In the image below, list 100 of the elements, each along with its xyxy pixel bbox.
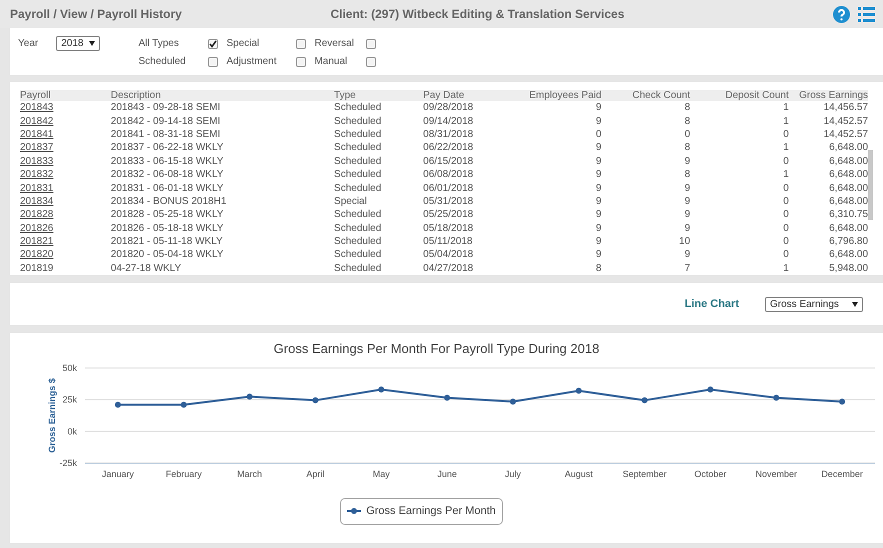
type-checkbox[interactable] <box>296 39 306 49</box>
chart-type-link[interactable]: Line Chart <box>684 296 739 312</box>
type-checkbox[interactable] <box>208 39 218 49</box>
type-label: Manual <box>314 55 348 69</box>
table-cell: 6,648.00 <box>829 182 868 194</box>
payroll-link[interactable]: 201833 <box>20 156 54 167</box>
table-cell: 201832 - 06-08-18 WKLY <box>110 169 224 180</box>
table-cell: 201842 - 09-14-18 SEMI <box>110 116 220 127</box>
payroll-link[interactable]: 201831 <box>20 182 54 194</box>
x-tick-label: October <box>694 469 726 479</box>
y-tick-label: 25k <box>62 394 77 405</box>
table-cell: 06/22/2018 <box>423 142 474 154</box>
x-tick-label: July <box>504 469 521 479</box>
legend-marker-icon <box>347 507 362 516</box>
table-cell: 8 <box>684 102 690 114</box>
table-cell: 09/14/2018 <box>423 116 474 127</box>
measure-select[interactable]: Gross Earnings <box>765 296 863 312</box>
type-checkbox[interactable] <box>366 39 376 49</box>
year-label: Year <box>18 37 38 51</box>
table-cell: 6,310.75 <box>829 209 868 220</box>
menu-icon[interactable] <box>858 6 875 22</box>
table-cell: Scheduled <box>334 262 382 274</box>
table-cell: 1 <box>783 169 789 180</box>
data-point <box>839 398 846 405</box>
table-cell: Scheduled <box>334 222 382 234</box>
data-point <box>707 386 714 393</box>
legend-item[interactable]: Gross Earnings Per Month <box>340 498 503 524</box>
data-point <box>312 397 318 404</box>
table-cell: 201833 - 06-15-18 WKLY <box>110 156 224 167</box>
payroll-link[interactable]: 201832 <box>20 169 54 180</box>
caret-icon <box>852 302 858 306</box>
table-cell: 6,648.00 <box>829 156 868 167</box>
data-point <box>444 394 450 401</box>
type-label: Reversal <box>314 37 355 51</box>
scrollbar <box>868 150 873 220</box>
table-cell: 201821 - 05-11-18 WKLY <box>110 236 223 247</box>
table-cell: 05/04/2018 <box>423 249 474 260</box>
payroll-link[interactable]: 201842 <box>20 116 54 127</box>
table-cell: 9 <box>684 182 690 194</box>
table-cell: 6,648.00 <box>829 249 868 260</box>
table-cell: 0 <box>783 156 789 167</box>
table-cell: Scheduled <box>334 116 382 127</box>
table-cell: 6,648.00 <box>829 142 868 154</box>
table-cell: 06/08/2018 <box>423 169 474 180</box>
y-tick-label: 50k <box>62 363 77 373</box>
table-cell: 9 <box>596 182 602 194</box>
table-cell: 201834 - BONUS 2018H1 <box>110 196 226 207</box>
table-cell: 05/25/2018 <box>423 209 474 220</box>
payroll-link[interactable]: 201841 <box>20 129 54 140</box>
table-cell: 05/11/2018 <box>423 236 472 247</box>
table-cell: 8 <box>684 142 690 154</box>
table-cell: 9 <box>684 209 690 220</box>
payroll-link[interactable]: 201834 <box>20 196 54 207</box>
table-cell: 0 <box>783 196 789 207</box>
column-header: Gross Earnings <box>788 90 868 102</box>
table-cell: 0 <box>783 129 789 140</box>
table-cell: 201841 - 08-31-18 SEMI <box>110 129 220 140</box>
column-header: Deposit Count <box>690 90 789 102</box>
table-cell: 6,648.00 <box>829 169 868 180</box>
table-cell: 0 <box>783 236 789 247</box>
payroll-link[interactable]: 201828 <box>20 209 54 220</box>
payroll-link[interactable]: 201821 <box>20 236 54 247</box>
column-header: Employees Paid <box>522 90 602 102</box>
table-cell: 0 <box>596 129 602 140</box>
y-axis-label: Gross Earnings $ <box>47 378 57 453</box>
table-cell: 9 <box>596 102 602 114</box>
chart-title: Gross Earnings Per Month For Payroll Type During 2018 <box>274 341 600 356</box>
column-header: Check Count <box>601 90 690 102</box>
x-tick-label: April <box>306 469 324 479</box>
year-select[interactable]: 2018 <box>56 36 100 51</box>
table-cell: 8 <box>596 262 602 274</box>
type-checkbox[interactable] <box>296 57 306 67</box>
table-cell: Scheduled <box>334 249 382 260</box>
breadcrumb: Payroll / View / Payroll History <box>10 6 182 23</box>
payroll-link[interactable]: 201843 <box>20 102 54 114</box>
table-cell: 1 <box>783 262 789 274</box>
payroll-link[interactable]: 201837 <box>20 142 54 154</box>
x-tick-label: June <box>437 469 457 479</box>
x-tick-label: September <box>622 469 667 479</box>
table-cell: 9 <box>684 222 690 234</box>
table-cell: 201843 - 09-28-18 SEMI <box>110 102 220 114</box>
table-cell: 5,948.00 <box>829 262 868 274</box>
table-cell: 9 <box>684 249 690 260</box>
table-cell: 9 <box>596 222 602 234</box>
table-cell: 9 <box>596 209 602 220</box>
y-tick-label: -25k <box>59 458 77 468</box>
table-cell: 6,648.00 <box>829 196 868 207</box>
x-tick-label: January <box>102 469 134 479</box>
table-cell: 8 <box>684 169 690 180</box>
type-checkbox[interactable] <box>366 57 376 67</box>
table-cell: 9 <box>596 142 602 154</box>
table-cell: 9 <box>596 196 602 207</box>
help-icon[interactable] <box>833 6 850 22</box>
data-point <box>576 388 582 394</box>
type-checkbox[interactable] <box>208 57 218 67</box>
payroll-link[interactable]: 201826 <box>20 222 54 234</box>
table-cell: 9 <box>596 116 602 127</box>
payroll-link[interactable]: 201820 <box>20 249 54 260</box>
table-cell: 0 <box>684 129 690 140</box>
data-point <box>378 386 384 393</box>
